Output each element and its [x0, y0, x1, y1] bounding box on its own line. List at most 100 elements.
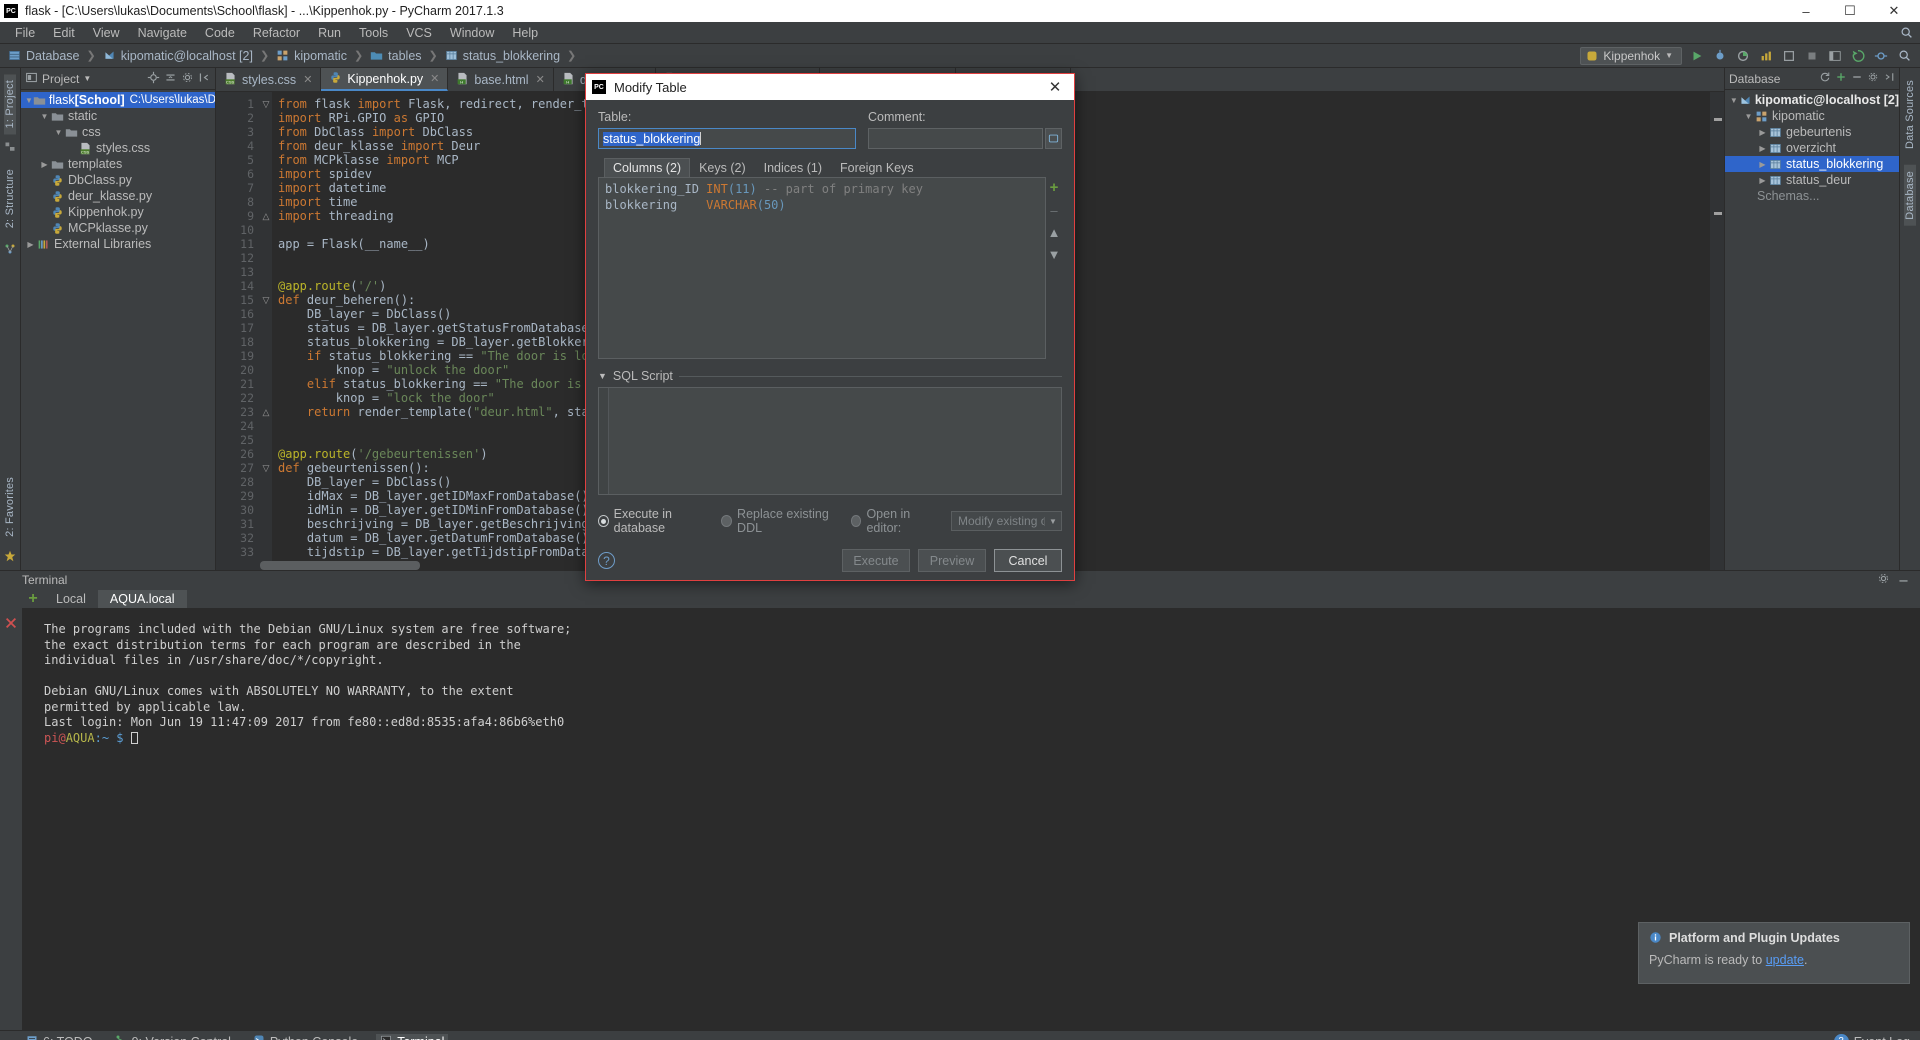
tab-columns[interactable]: Columns (2) [604, 158, 691, 177]
close-tab-icon[interactable]: ✕ [536, 73, 545, 86]
fold-marker-icon[interactable]: ▽ [260, 293, 272, 307]
code-folding-column[interactable]: ▽ △ ▽ △ ▽ [260, 92, 272, 570]
breadcrumb-datasource[interactable]: kipomatic@localhost [2] [103, 49, 253, 63]
project-tree-item[interactable]: ▶ External Libraries [21, 236, 215, 252]
terminal-tab-aqua-local[interactable]: AQUA.local [97, 590, 187, 608]
menu-refactor[interactable]: Refactor [244, 24, 309, 42]
maximize-button[interactable]: ☐ [1828, 0, 1872, 22]
chevron-down-icon[interactable]: ▼ [25, 96, 33, 105]
chevron-down-icon[interactable]: ▼ [53, 128, 64, 137]
build-icon[interactable] [1781, 48, 1797, 64]
refresh-icon[interactable] [1819, 71, 1831, 86]
database-tree[interactable]: ▼ kipomatic@localhost [2] ▼ kipomatic ▶ gebeu… [1725, 90, 1899, 570]
fold-marker-icon[interactable]: △ [260, 405, 272, 419]
sql-script-editor[interactable] [598, 387, 1062, 495]
breadcrumb-tables[interactable]: tables [370, 49, 422, 63]
option-open-in-editor[interactable]: Open in editor: [850, 507, 937, 535]
close-terminal-icon[interactable] [4, 618, 18, 633]
option-replace-existing-ddl[interactable]: Replace existing DDL [721, 507, 840, 535]
star-icon[interactable] [4, 550, 16, 565]
option-execute-in-database[interactable]: Execute in database [598, 507, 711, 535]
menu-edit[interactable]: Edit [44, 24, 84, 42]
collapse-triangle-icon[interactable]: ▼ [598, 371, 607, 381]
structure-small-icon[interactable] [4, 141, 16, 156]
breadcrumb-table[interactable]: status_blokkering [445, 49, 560, 63]
project-tree-item[interactable]: ▶ templates [21, 156, 215, 172]
database-tree-item[interactable]: ▶ status_deur [1725, 172, 1899, 188]
debug-icon[interactable] [1712, 48, 1728, 64]
event-log-button[interactable]: 3 Event Log [1833, 1034, 1910, 1040]
locate-icon[interactable] [147, 71, 160, 87]
new-terminal-tab-button[interactable]: + [22, 590, 44, 608]
preview-button[interactable]: Preview [918, 549, 986, 572]
vcs-update-icon[interactable] [1850, 48, 1866, 64]
search-icon[interactable] [1896, 48, 1912, 64]
menu-tools[interactable]: Tools [350, 24, 397, 42]
chevron-right-icon[interactable]: ▶ [25, 240, 36, 249]
menu-vcs[interactable]: VCS [397, 24, 441, 42]
editor-marker-gutter[interactable] [1710, 92, 1724, 570]
profile-icon[interactable] [1758, 48, 1774, 64]
rail-datasources-button[interactable]: Data Sources [1904, 74, 1916, 155]
execute-button[interactable]: Execute [842, 549, 910, 572]
menu-view[interactable]: View [84, 24, 129, 42]
tab-foreign-keys[interactable]: Foreign Keys [831, 158, 923, 177]
close-tab-icon[interactable]: ✕ [430, 72, 439, 85]
stop-icon[interactable] [1804, 48, 1820, 64]
search-everywhere-icon[interactable] [1898, 25, 1914, 41]
db-hide-panel-icon[interactable] [1883, 71, 1895, 86]
table-name-input[interactable]: status_blokkering [598, 128, 856, 149]
comment-input[interactable] [868, 128, 1043, 149]
project-tree-item[interactable]: CSS styles.css [21, 140, 215, 156]
project-tree-item[interactable]: Kippenhok.py [21, 204, 215, 220]
structure-tree-icon[interactable] [4, 242, 16, 259]
remove-column-button[interactable]: – [1050, 204, 1057, 217]
notification-popup[interactable]: Platform and Plugin Updates PyCharm is r… [1638, 922, 1910, 984]
chevron-right-icon[interactable]: ▶ [1757, 128, 1768, 137]
modify-table-dialog[interactable]: PC Modify Table ✕ Table: status_blokkeri… [585, 73, 1075, 581]
project-tree-item[interactable]: ▼ flask [School] C:\Users\lukas\Docum [21, 92, 215, 108]
terminal-settings-icon[interactable] [1877, 572, 1890, 588]
db-gear-icon[interactable] [1867, 71, 1879, 86]
terminal-tab-local[interactable]: Local [44, 590, 98, 608]
chevron-right-icon[interactable]: ▶ [1757, 160, 1768, 169]
rail-project-button[interactable]: 1: Project [4, 74, 16, 135]
tab-keys[interactable]: Keys (2) [690, 158, 755, 177]
fold-marker-icon[interactable]: ▽ [260, 97, 272, 111]
project-tree-item[interactable]: DbClass.py [21, 172, 215, 188]
editor-target-select[interactable]: Modify existing obj... ▼ [951, 511, 1062, 531]
minimize-button[interactable]: – [1784, 0, 1828, 22]
breadcrumb-database[interactable]: Database [8, 49, 80, 63]
move-up-button[interactable]: ▲ [1048, 226, 1061, 239]
terminal-output[interactable]: The programs included with the Debian GN… [22, 608, 1920, 1030]
dialog-close-button[interactable]: ✕ [1042, 78, 1068, 96]
menu-window[interactable]: Window [441, 24, 503, 42]
bottom-tab-todo[interactable]: 6: TODO [22, 1034, 97, 1040]
editor-tab[interactable]: CSS styles.css ✕ [216, 68, 322, 91]
terminal-body[interactable]: The programs included with the Debian GN… [0, 608, 1920, 1030]
chevron-right-icon[interactable]: ▶ [1757, 144, 1768, 153]
rail-favorites-button[interactable]: 2: Favorites [4, 471, 16, 543]
database-schemas-link[interactable]: Schemas... [1725, 188, 1899, 204]
terminal-minimize-icon[interactable] [1897, 572, 1910, 588]
fold-marker-icon[interactable]: △ [260, 209, 272, 223]
rail-structure-button[interactable]: 2: Structure [4, 163, 16, 234]
cancel-button[interactable]: Cancel [994, 549, 1062, 572]
add-datasource-icon[interactable] [1835, 71, 1847, 86]
layout-icon[interactable] [1827, 48, 1843, 64]
database-tree-item[interactable]: ▼ kipomatic@localhost [2] [1725, 92, 1899, 108]
expand-editor-icon[interactable] [1045, 128, 1062, 149]
column-row[interactable]: blokkering VARCHAR(50) [603, 197, 1045, 213]
run-icon[interactable] [1689, 48, 1705, 64]
database-tree-item[interactable]: ▶ gebeurtenis [1725, 124, 1899, 140]
help-button[interactable]: ? [598, 552, 615, 569]
chevron-down-icon[interactable]: ▼ [39, 112, 50, 121]
tab-indices[interactable]: Indices (1) [755, 158, 831, 177]
close-button[interactable]: ✕ [1872, 0, 1916, 22]
chevron-down-icon[interactable]: ▼ [83, 74, 91, 83]
notification-update-link[interactable]: update [1766, 953, 1804, 967]
menu-code[interactable]: Code [196, 24, 244, 42]
project-tree-item[interactable]: deur_klasse.py [21, 188, 215, 204]
add-column-button[interactable]: + [1043, 180, 1065, 195]
column-row[interactable]: blokkering_ID INT(11) -- part of primary… [603, 181, 1045, 197]
